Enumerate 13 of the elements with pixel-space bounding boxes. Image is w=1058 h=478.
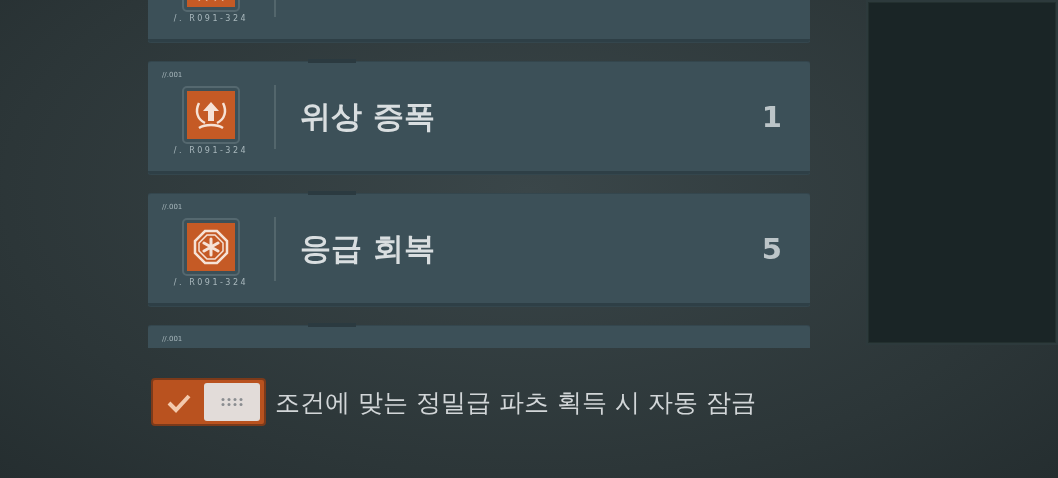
part-card[interactable]: /. R091-324 bbox=[148, 0, 810, 42]
part-code: /. R091-324 bbox=[173, 14, 249, 23]
part-count: 1 bbox=[761, 99, 782, 134]
part-name: 위상 증폭 bbox=[300, 96, 436, 136]
part-count: 5 bbox=[761, 231, 782, 266]
part-code: /. R091-324 bbox=[173, 146, 249, 155]
toggle-knob bbox=[204, 383, 260, 421]
auto-lock-label: 조건에 맞는 정밀급 파츠 획득 시 자동 잠금 bbox=[275, 386, 756, 419]
auto-lock-toggle[interactable] bbox=[151, 378, 266, 426]
part-name: 응급 회복 bbox=[300, 228, 436, 268]
check-icon bbox=[166, 393, 192, 413]
medical-octagon-icon bbox=[191, 227, 231, 267]
part-code: /. R091-324 bbox=[173, 278, 249, 287]
